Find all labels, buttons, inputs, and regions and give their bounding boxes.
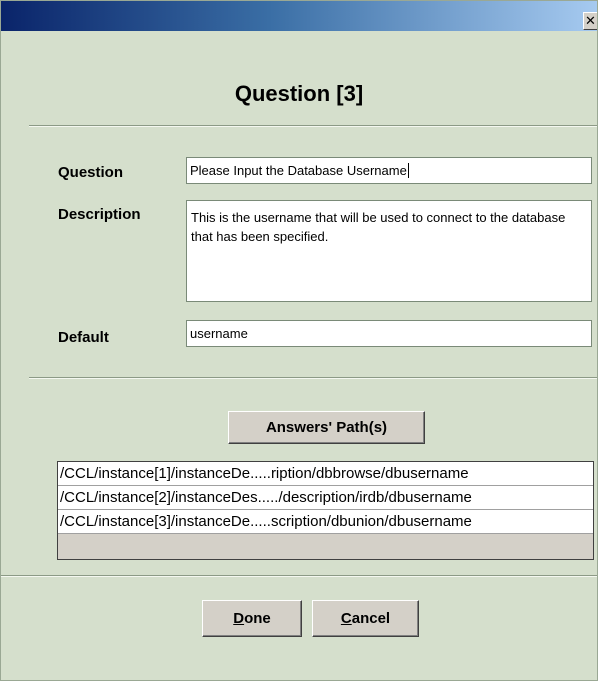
done-button[interactable]: Done bbox=[202, 600, 302, 637]
question-input[interactable]: Please Input the Database Username bbox=[186, 157, 592, 184]
title-bar[interactable]: ✕ bbox=[1, 1, 597, 31]
footer-divider bbox=[1, 575, 597, 577]
description-textarea[interactable]: This is the username that will be used t… bbox=[186, 200, 592, 302]
cancel-button[interactable]: Cancel bbox=[312, 600, 419, 637]
description-label: Description bbox=[58, 206, 141, 223]
question-input-value: Please Input the Database Username bbox=[190, 163, 407, 178]
form-divider bbox=[29, 377, 597, 379]
done-label: one bbox=[244, 610, 271, 627]
text-caret bbox=[407, 163, 409, 178]
cancel-label: ancel bbox=[351, 610, 391, 627]
header-divider bbox=[29, 125, 597, 127]
answers-path-button[interactable]: Answers' Path(s) bbox=[228, 411, 425, 444]
close-icon[interactable]: ✕ bbox=[583, 12, 597, 30]
answers-path-list[interactable]: /CCL/instance[1]/instanceDe.....ription/… bbox=[57, 461, 594, 560]
path-row[interactable]: /CCL/instance[2]/instanceDes...../descri… bbox=[58, 486, 593, 510]
default-label: Default bbox=[58, 329, 109, 346]
done-mnemonic: D bbox=[233, 610, 245, 627]
default-input[interactable]: username bbox=[186, 320, 592, 347]
path-row[interactable]: /CCL/instance[3]/instanceDe.....scriptio… bbox=[58, 510, 593, 534]
question-label: Question bbox=[58, 164, 124, 181]
dialog-title: Question [3] bbox=[234, 81, 364, 106]
dialog-window: ✕ Question [3] Question Please Input the… bbox=[0, 0, 598, 681]
cancel-mnemonic: C bbox=[340, 610, 352, 627]
path-row[interactable]: /CCL/instance[1]/instanceDe.....ription/… bbox=[58, 462, 593, 486]
